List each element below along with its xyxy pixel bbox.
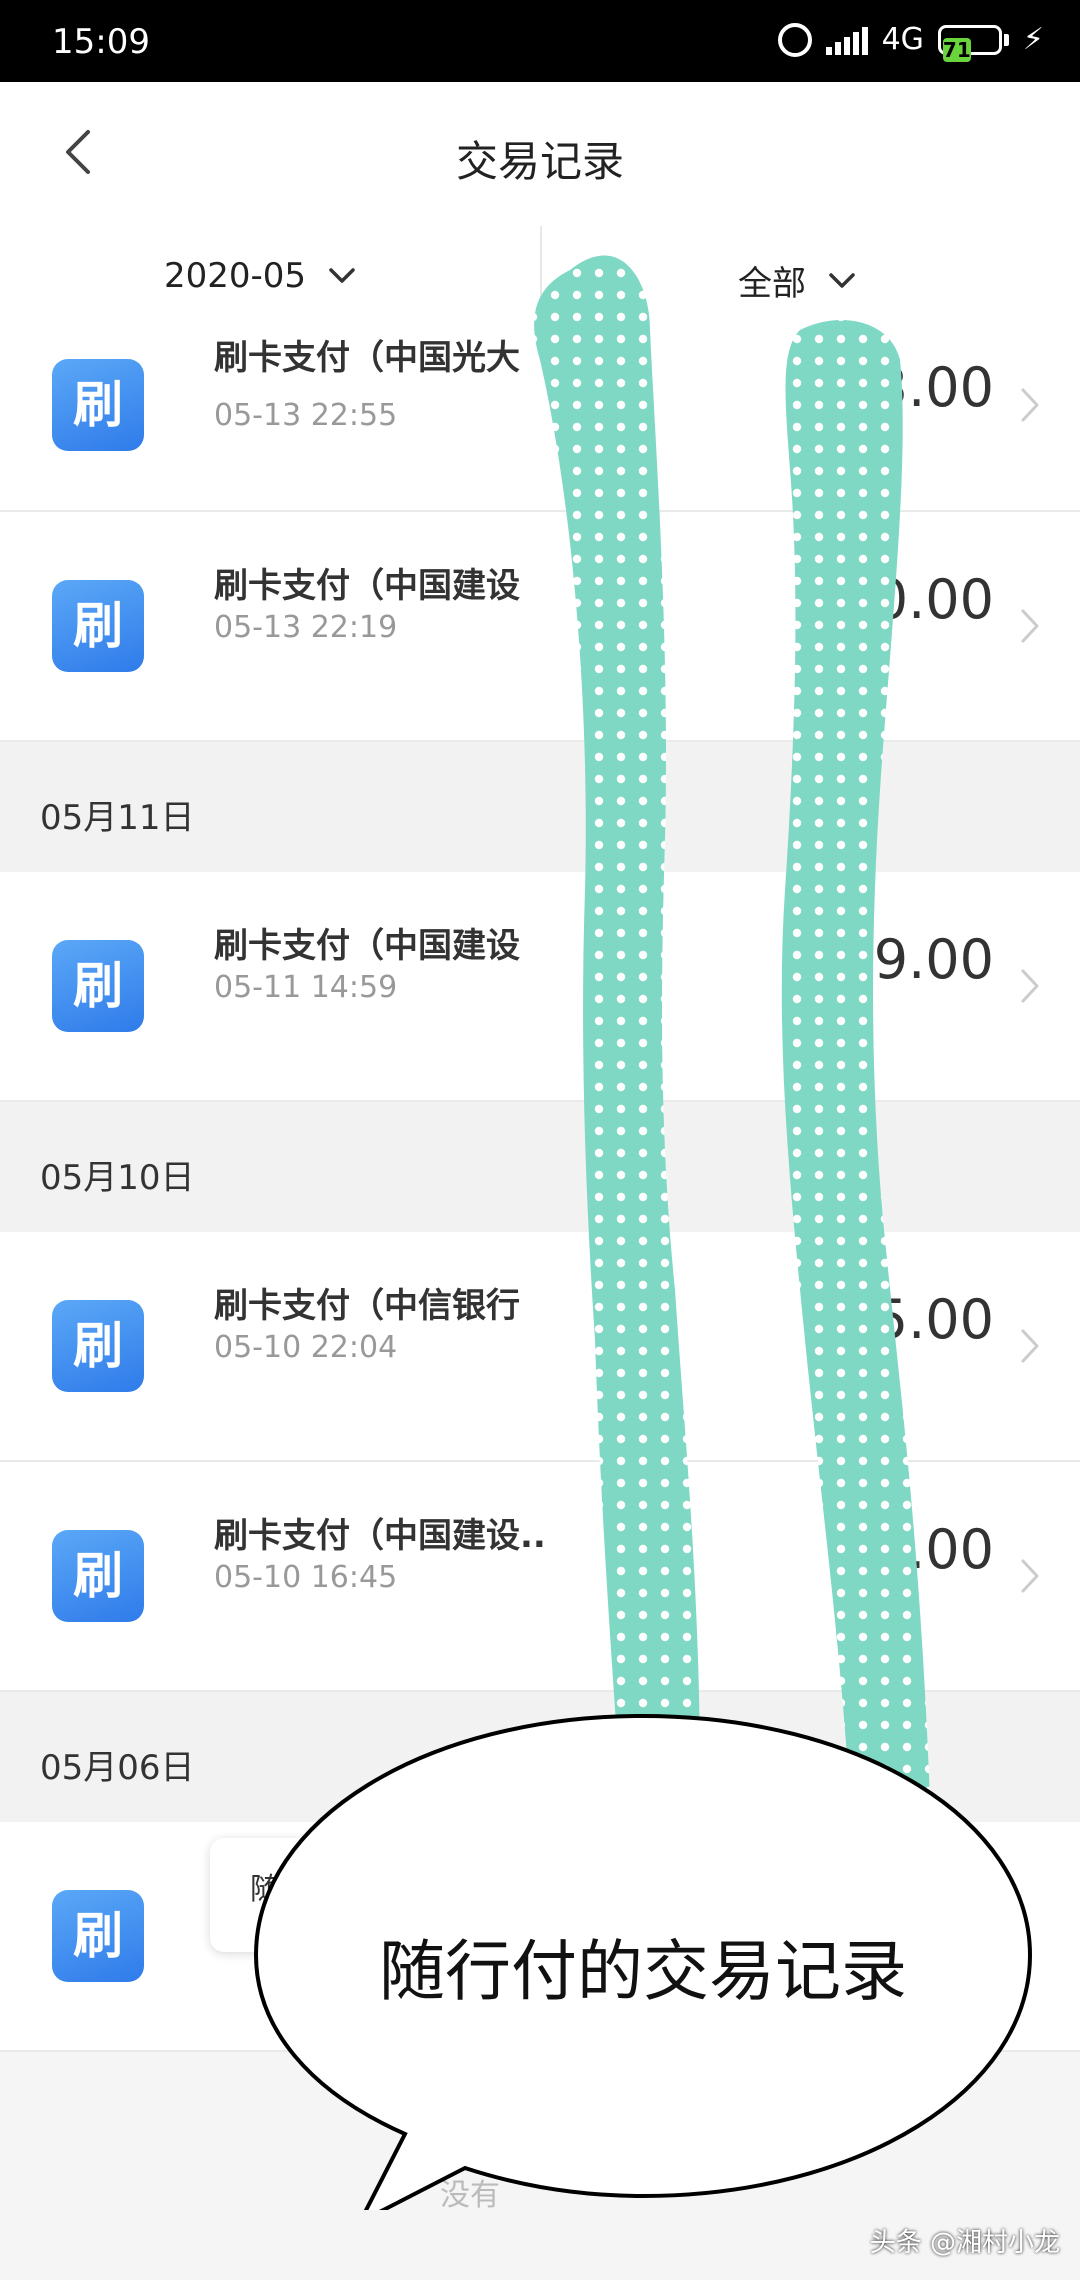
status-time: 15:09 — [52, 22, 150, 62]
month-filter-label: 2020-05 — [164, 256, 307, 296]
card-swipe-icon: 刷 — [52, 580, 144, 672]
card-swipe-icon: 刷 — [52, 1890, 144, 1982]
transaction-time: 05-13 22:19 — [214, 610, 398, 645]
transaction-title: 刷卡支付（中国建设） — [214, 926, 664, 966]
filter-divider — [540, 226, 542, 306]
status-icons: 4G 71 ⚡ — [777, 22, 1044, 62]
card-swipe-icon: 刷 — [52, 940, 144, 1032]
transaction-amount: 3.00 — [873, 356, 994, 419]
chevron-down-icon — [829, 272, 855, 288]
transaction-amount: 99.00 — [839, 928, 994, 991]
transaction-title: 刷卡支付（中国建设.. — [214, 1516, 546, 1556]
transaction-row[interactable]: 刷 刷卡支付（中国建设.. 05-10 16:45 .00 — [0, 1462, 1080, 1692]
transaction-row[interactable]: 刷 刷卡支付（中信银行） 05-10 22:04 5.00 — [0, 1232, 1080, 1462]
battery-level: 71 — [942, 37, 971, 62]
header: 交易记录 — [0, 82, 1080, 226]
chevron-right-icon — [1021, 1329, 1039, 1363]
transaction-row[interactable]: 刷 刷卡支付（中国建设） 05-13 22:19 0.00 — [0, 512, 1080, 742]
network-type: 4G — [881, 22, 924, 57]
chevron-right-icon — [1021, 609, 1039, 643]
chevron-down-icon — [329, 268, 355, 283]
alarm-icon — [777, 22, 812, 57]
transaction-row[interactable]: 刷 刷卡支付（中国光大 0） 05-13 22:55 3.00 — [0, 300, 1080, 512]
battery-icon: 71 — [937, 24, 1009, 62]
date-section-header: 05月10日 — [0, 1102, 1080, 1232]
card-swipe-icon: 刷 — [52, 1300, 144, 1392]
chevron-right-icon — [1021, 388, 1039, 422]
charging-icon: ⚡ — [1022, 22, 1044, 57]
type-filter-label: 全部 — [738, 264, 806, 304]
card-swipe-icon: 刷 — [52, 359, 144, 451]
type-filter[interactable]: 全部 — [738, 256, 856, 305]
page-title: 交易记录 — [455, 137, 624, 186]
transaction-row[interactable]: 刷 刷卡支付（中国建设） 05-11 14:59 99.00 — [0, 872, 1080, 1102]
signal-icon — [825, 25, 868, 55]
transaction-time: 05-11 14:59 — [214, 970, 398, 1005]
transaction-time: 05-13 22:55 — [214, 398, 398, 433]
transaction-time: 05-10 16:45 — [214, 1560, 398, 1595]
month-filter[interactable]: 2020-05 — [164, 256, 356, 296]
chevron-right-icon — [1021, 969, 1039, 1003]
transaction-amount: 5.00 — [873, 1288, 994, 1351]
transaction-title: 刷卡支付（中国光大 0） — [214, 338, 668, 378]
transaction-amount: 0.00 — [873, 568, 994, 631]
watermark: 头条 @湘村小龙 — [869, 2228, 1060, 2258]
transaction-time: 05-10 22:04 — [214, 1330, 398, 1365]
bubble-text: 随行付的交易记录 — [379, 1933, 907, 2010]
transaction-amount: .00 — [908, 1518, 994, 1581]
date-section-header: 05月11日 — [0, 742, 1080, 872]
status-bar: 15:09 4G 71 ⚡ — [0, 0, 1080, 82]
card-swipe-icon: 刷 — [52, 1530, 144, 1622]
chevron-right-icon — [1021, 1559, 1039, 1593]
transaction-title: 刷卡支付（中信银行） — [214, 1286, 664, 1326]
transaction-title: 刷卡支付（中国建设） — [214, 566, 664, 606]
